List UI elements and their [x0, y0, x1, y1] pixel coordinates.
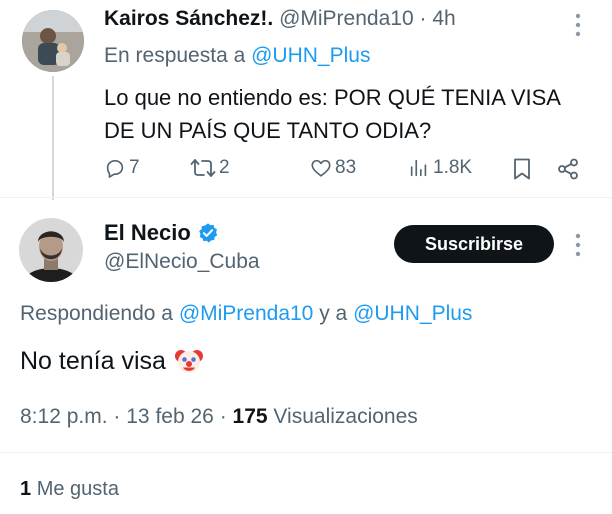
reply-action-button[interactable]: 7: [104, 157, 140, 179]
avatar-kairos[interactable]: [22, 10, 84, 72]
meta-divider: [0, 452, 612, 453]
like-action-button[interactable]: 83: [310, 157, 356, 179]
tweet-date[interactable]: 13 feb 26: [126, 405, 214, 428]
bookmark-icon: [514, 158, 530, 180]
share-button[interactable]: [556, 157, 580, 186]
main-more-button[interactable]: [568, 232, 588, 258]
retweet-action-button[interactable]: 2: [190, 157, 230, 179]
views-total: 175: [232, 405, 268, 428]
reply-time-separator: ·: [419, 7, 427, 30]
more-vertical-icon: [575, 233, 581, 257]
likes-summary[interactable]: 1 Me gusta: [20, 478, 119, 501]
replying-user-link[interactable]: @UHN_Plus: [251, 44, 370, 67]
main-tweet-text-body: No tenía visa: [20, 346, 166, 375]
main-replying-to: Respondiendo a @MiPrenda10 y a @UHN_Plus: [20, 302, 472, 326]
comment-icon: [106, 160, 124, 178]
reply-replying-to: En respuesta a @UHN_Plus: [104, 44, 370, 68]
analytics-icon: [410, 159, 427, 177]
replying-user-link-2[interactable]: @UHN_Plus: [353, 302, 472, 325]
more-vertical-icon: [575, 13, 581, 37]
tweet-time[interactable]: 8:12 p.m.: [20, 405, 108, 428]
verified-badge-icon: [199, 223, 217, 243]
reply-text-line1: Lo que no entiendo es: POR QUÉ TENIA VIS…: [104, 85, 561, 110]
heart-icon: [311, 159, 331, 177]
reply-author-handle[interactable]: @MiPrenda10: [279, 7, 414, 30]
views-label: Visualizaciones: [273, 405, 418, 428]
reply-text: Lo que no entiendo es: POR QUÉ TENIA VIS…: [104, 81, 561, 147]
retweet-count: 2: [219, 157, 230, 178]
reply-count: 7: [129, 157, 140, 178]
reply-more-button[interactable]: [568, 12, 588, 38]
replying-prefix: En respuesta a: [104, 44, 246, 67]
reply-author-name[interactable]: Kairos Sánchez!.: [104, 7, 273, 30]
likes-total: 1: [20, 478, 32, 500]
replying-joiner: y a: [319, 302, 348, 325]
main-author-handle[interactable]: @ElNecio_Cuba: [104, 250, 260, 274]
main-tweet-text: No tenía visa: [20, 346, 204, 376]
thread-line: [52, 76, 54, 200]
bookmark-button[interactable]: [512, 157, 532, 186]
clown-face-icon: [174, 350, 203, 373]
reply-time[interactable]: 4h: [432, 7, 455, 30]
reply-header: Kairos Sánchez!. @MiPrenda10 · 4h: [104, 7, 456, 31]
reply-divider: [0, 197, 612, 198]
clown-emoji: [174, 346, 204, 376]
reply-text-line2: DE UN PAÍS QUE TANTO ODIA?: [104, 118, 432, 143]
subscribe-button[interactable]: Suscribirse: [394, 225, 554, 263]
meta-separator-1: ·: [113, 405, 121, 428]
like-count: 83: [335, 157, 357, 178]
main-replying-prefix: Respondiendo a: [20, 302, 173, 325]
share-icon: [558, 158, 578, 180]
main-author-name[interactable]: El Necio: [104, 220, 191, 246]
meta-separator-2: ·: [219, 405, 227, 428]
replying-user-link-1[interactable]: @MiPrenda10: [179, 302, 314, 325]
avatar-el-necio[interactable]: [19, 218, 83, 282]
views-action-button[interactable]: 1.8K: [408, 157, 472, 179]
views-count: 1.8K: [433, 157, 473, 178]
main-author[interactable]: El Necio: [104, 220, 219, 246]
retweet-icon: [190, 159, 216, 177]
tweet-meta: 8:12 p.m. · 13 feb 26 · 175 Visualizacio…: [20, 405, 418, 429]
likes-label: Me gusta: [36, 478, 119, 500]
